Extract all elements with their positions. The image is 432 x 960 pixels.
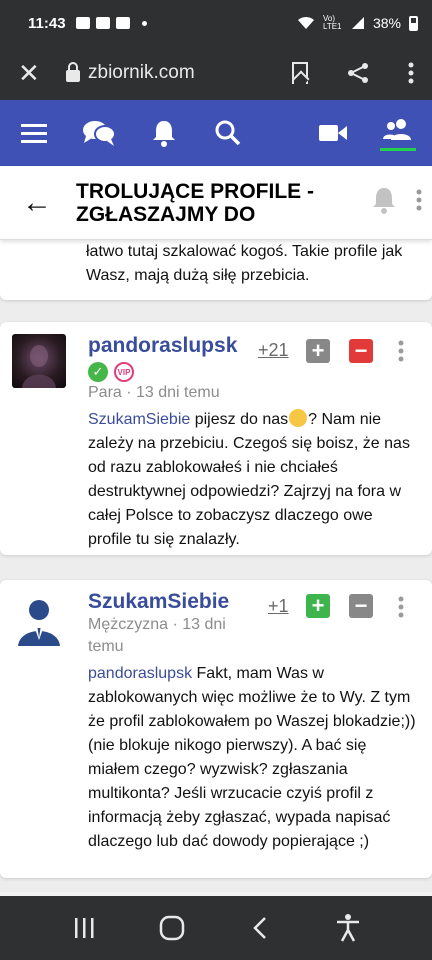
signal-icon bbox=[351, 17, 364, 29]
browser-menu-icon[interactable] bbox=[408, 62, 414, 84]
status-right: Vo) LTE1 38% bbox=[297, 15, 418, 31]
post-card: SzukamSiebie Mężczyzna · 13 dni temu +1 … bbox=[0, 580, 432, 878]
thread-header: ← TROLUJĄCE PROFILE - ZGŁASZAJMY DO bbox=[0, 166, 432, 240]
mail-icon bbox=[115, 17, 130, 29]
recent-apps-icon[interactable] bbox=[64, 908, 104, 948]
vip-badge: VIP bbox=[114, 362, 134, 382]
browser-toolbar: ✕ zbiornik.com bbox=[0, 46, 432, 100]
upvote-button[interactable]: + bbox=[306, 339, 330, 363]
bookmark-icon[interactable] bbox=[292, 62, 308, 84]
post-body-text: pijesz do nas bbox=[190, 411, 289, 428]
post-body-text: Fakt, mam Was w zablokowanych więc możli… bbox=[88, 665, 416, 850]
post-meta: Para · 13 dni temu bbox=[88, 384, 220, 401]
post-meta: Mężczyzna · 13 dni temu bbox=[88, 616, 226, 655]
avatar[interactable] bbox=[12, 334, 66, 388]
status-bar: 11:43 Vo) LTE1 38% bbox=[0, 0, 432, 46]
forum-chat-icon[interactable] bbox=[81, 115, 117, 151]
verified-check-icon: ✓ bbox=[88, 362, 108, 382]
post-body: SzukamSiebie pijesz do nas? Nam nie zale… bbox=[88, 408, 418, 552]
network-label: Vo) LTE1 bbox=[322, 14, 342, 31]
share-icon[interactable] bbox=[346, 61, 370, 85]
mention-link[interactable]: SzukamSiebie bbox=[88, 411, 190, 428]
post-card: pandoraslupsk ✓ VIP Para · 13 dni temu +… bbox=[0, 322, 432, 555]
thread-title: TROLUJĄCE PROFILE - ZGŁASZAJMY DO bbox=[76, 179, 315, 226]
back-icon[interactable] bbox=[240, 908, 280, 948]
lock-icon bbox=[66, 62, 80, 82]
downvote-button[interactable]: − bbox=[349, 594, 373, 618]
video-camera-icon[interactable] bbox=[315, 115, 351, 151]
notifications-bell-icon[interactable] bbox=[146, 115, 182, 151]
post-username[interactable]: pandoraslupsk bbox=[88, 334, 237, 358]
system-navigation-bar bbox=[0, 896, 432, 960]
browser-actions bbox=[292, 61, 414, 85]
close-tab-icon[interactable]: ✕ bbox=[18, 58, 50, 89]
gallery-icon bbox=[75, 17, 90, 29]
downvote-button[interactable]: − bbox=[349, 339, 373, 363]
search-icon[interactable] bbox=[210, 115, 246, 151]
post-menu-icon[interactable] bbox=[398, 340, 404, 367]
menu-icon[interactable] bbox=[16, 115, 52, 151]
accessibility-icon[interactable] bbox=[328, 908, 368, 948]
wifi-icon bbox=[297, 16, 314, 29]
cloud-icon bbox=[95, 17, 110, 29]
mention-link[interactable]: pandoraslupsk bbox=[88, 665, 192, 682]
status-time: 11:43 bbox=[28, 14, 66, 32]
upvote-button[interactable]: + bbox=[306, 594, 330, 618]
user-badges: ✓ VIP bbox=[88, 362, 134, 382]
battery-text: 38% bbox=[372, 15, 401, 31]
thread-menu-icon[interactable] bbox=[416, 189, 422, 216]
people-icon[interactable] bbox=[379, 115, 416, 151]
post-username[interactable]: SzukamSiebie bbox=[88, 590, 229, 614]
notification-icons bbox=[75, 17, 147, 29]
battery-icon bbox=[409, 15, 418, 31]
post-body-text-cont: ? Nam nie zależy na przebiciu. Czegoś si… bbox=[88, 411, 410, 548]
post-body: pandoraslupsk Fakt, mam Was w zablokowan… bbox=[88, 662, 418, 854]
thinking-emoji-icon bbox=[289, 409, 308, 427]
post-score[interactable]: +21 bbox=[258, 340, 289, 361]
home-icon[interactable] bbox=[152, 908, 192, 948]
site-navbar bbox=[0, 100, 432, 166]
post-menu-icon[interactable] bbox=[398, 596, 404, 623]
post-score[interactable]: +1 bbox=[268, 596, 289, 617]
dot-icon bbox=[141, 20, 147, 26]
address-bar[interactable]: zbiornik.com bbox=[66, 62, 195, 84]
thread-actions bbox=[372, 186, 422, 219]
url-text: zbiornik.com bbox=[88, 62, 195, 83]
avatar[interactable] bbox=[12, 592, 66, 646]
back-arrow-icon[interactable]: ← bbox=[22, 186, 62, 220]
follow-bell-icon[interactable] bbox=[372, 186, 396, 219]
